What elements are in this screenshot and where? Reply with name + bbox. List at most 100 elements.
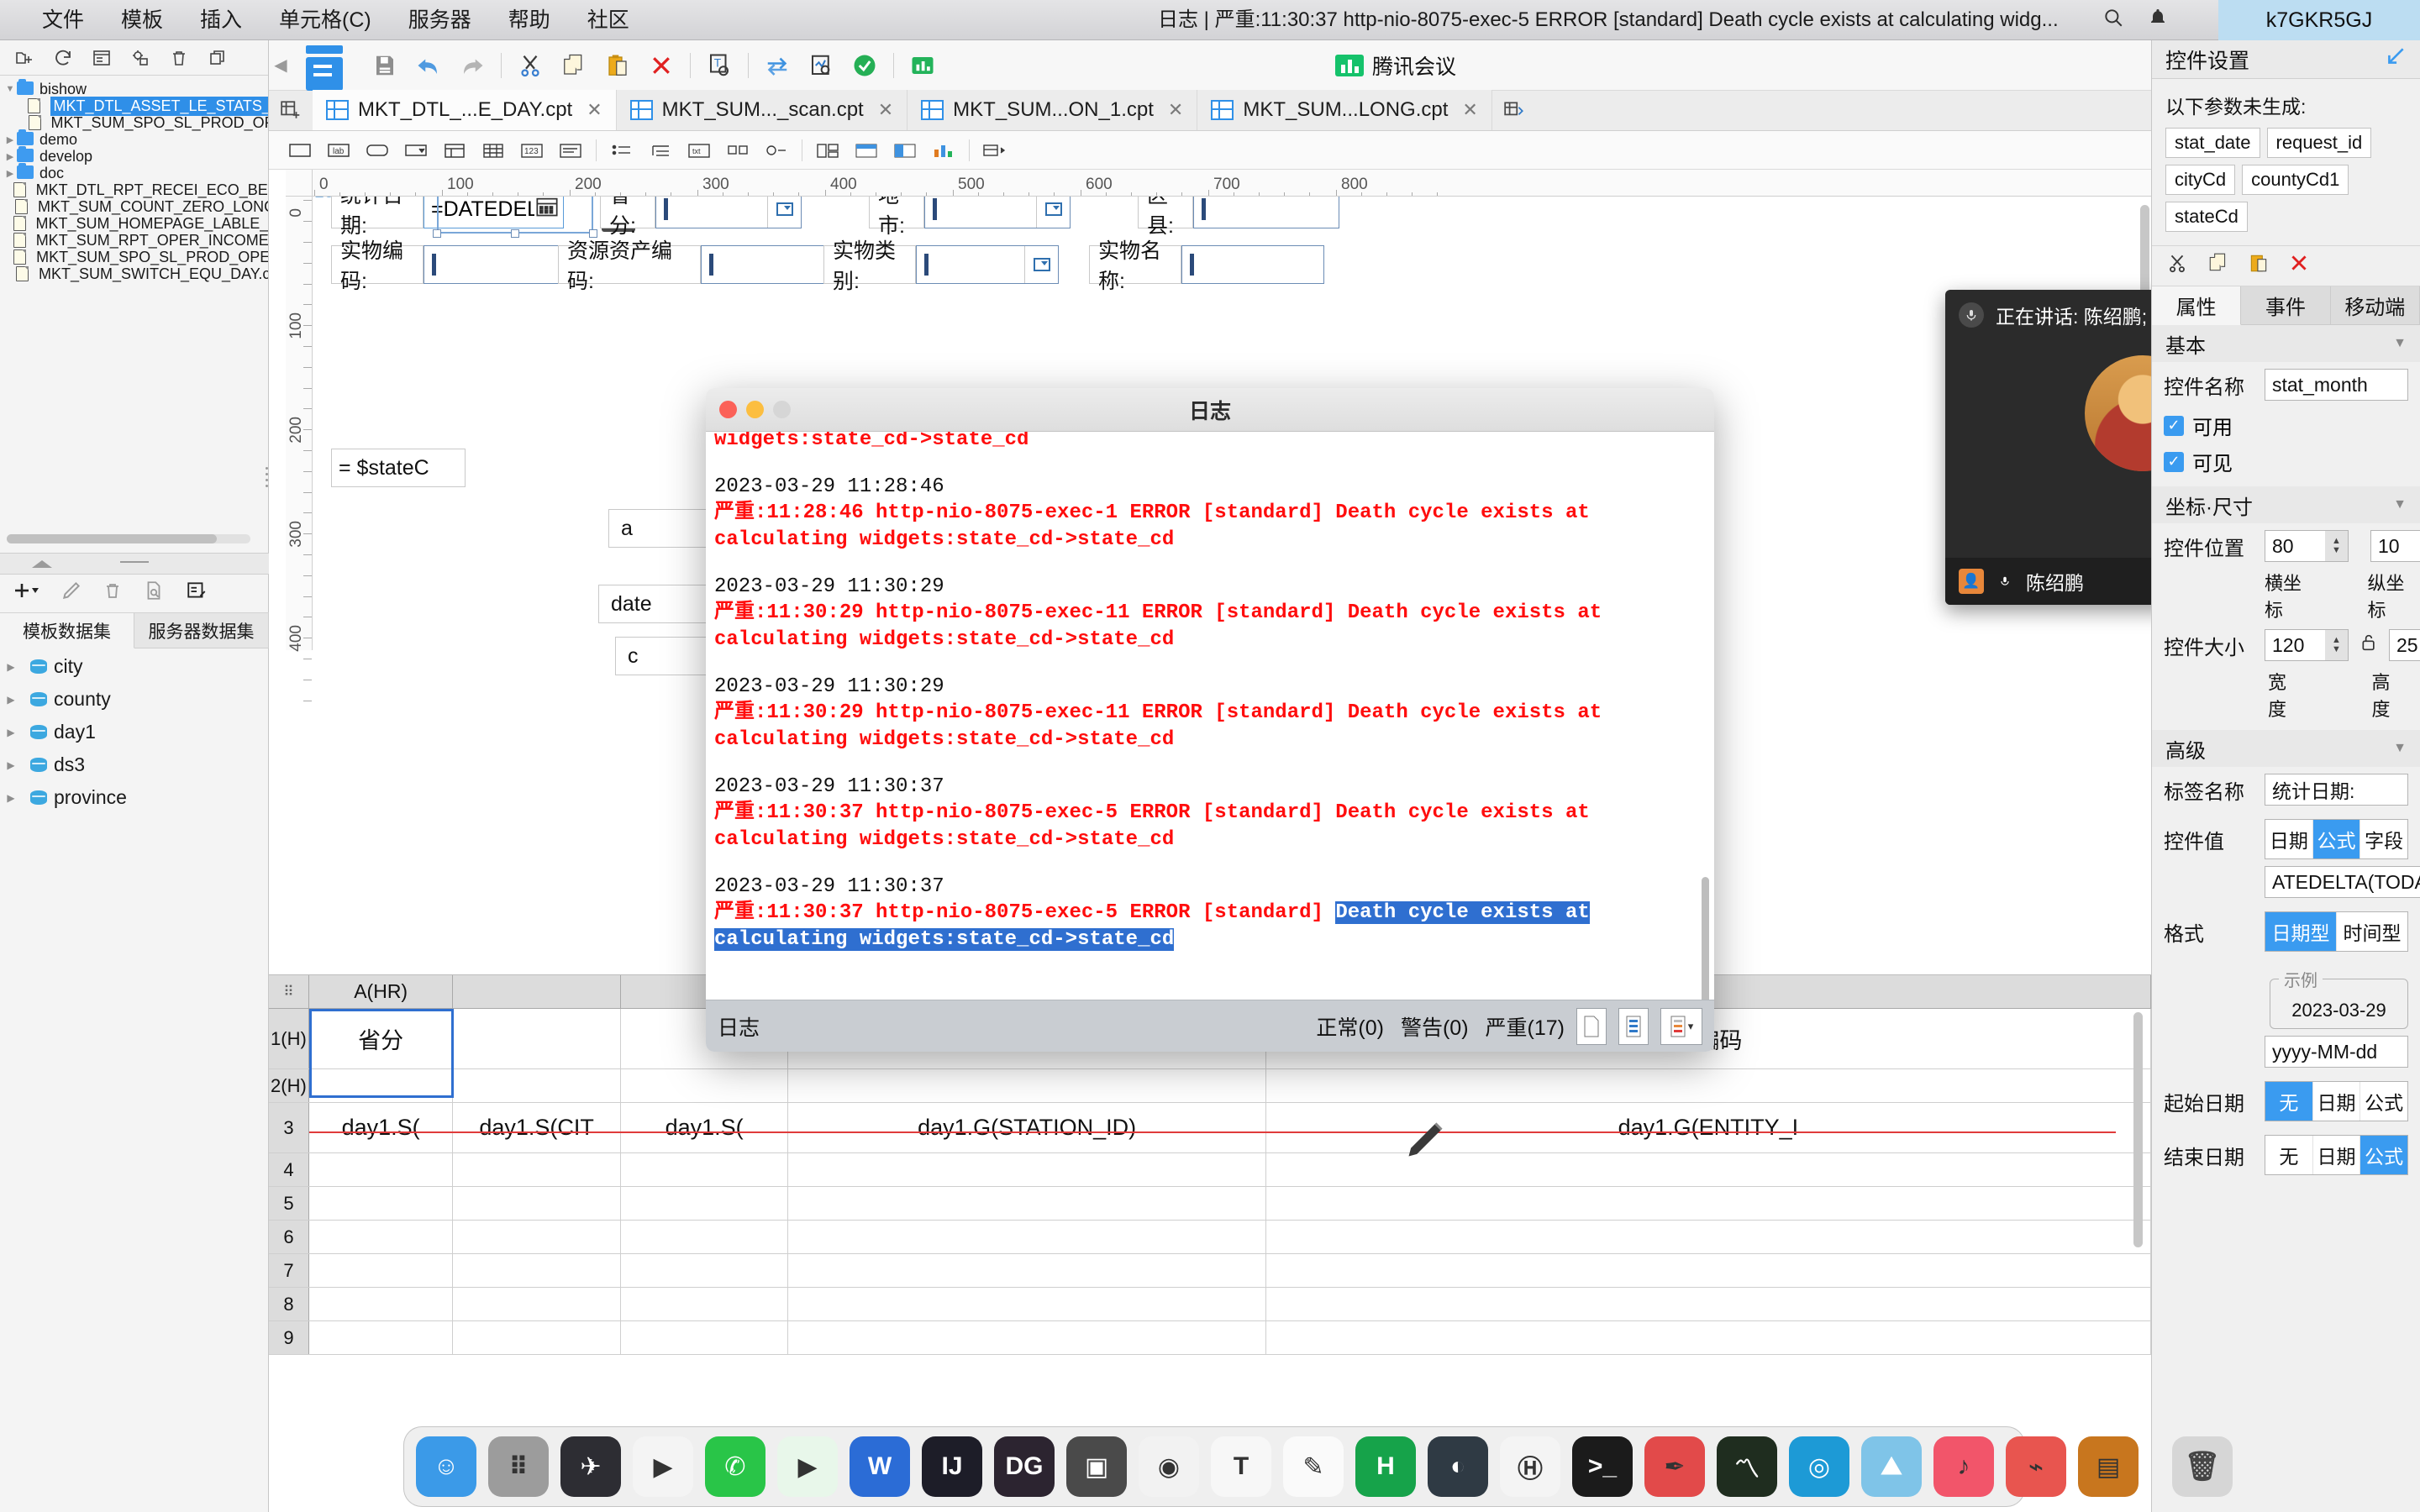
position-y-stepper[interactable]: 10 ▲▼ bbox=[2370, 530, 2420, 562]
editor-tab[interactable]: MKT_SUM..._scan.cpt ✕ bbox=[616, 90, 908, 130]
position-x-stepper[interactable]: 80 ▲ ▼ bbox=[2265, 530, 2349, 562]
widget-name-input[interactable]: stat_month bbox=[2265, 369, 2408, 401]
chevron-down-icon[interactable]: ▼ bbox=[2393, 497, 2407, 512]
dataset-item[interactable]: ▶ day1 bbox=[0, 716, 269, 748]
add-sheet-icon[interactable] bbox=[269, 90, 313, 130]
table-cell[interactable] bbox=[621, 1069, 789, 1102]
table-row[interactable]: 6 bbox=[269, 1221, 2151, 1254]
segment-button[interactable]: 公式 bbox=[2360, 1082, 2407, 1121]
row-header[interactable]: 9 bbox=[269, 1321, 309, 1354]
unlock-icon[interactable] bbox=[2360, 633, 2377, 659]
segment-button[interactable]: 公式 bbox=[2360, 1136, 2408, 1174]
position-x-input[interactable]: 80 bbox=[2265, 530, 2325, 562]
copy-icon[interactable] bbox=[205, 45, 230, 71]
paste-icon[interactable] bbox=[596, 40, 639, 91]
scissors-icon[interactable] bbox=[2165, 252, 2189, 280]
spreadsheet-rows[interactable]: 1(H)省分物编码2(H)3day1.S(day1.S(CITday1.S(da… bbox=[269, 1009, 2151, 1355]
file-tree-item[interactable]: MKT_SUM_SPO_SL_PROD_OPEN_DAY.cp bbox=[0, 114, 268, 131]
table-cell[interactable] bbox=[453, 1009, 621, 1068]
table-row[interactable]: 7 bbox=[269, 1254, 2151, 1288]
asset-type-dropdown-icon[interactable] bbox=[1024, 246, 1058, 283]
file-tree-item[interactable]: MKT_SUM_SPO_SL_PROD_OPEN_DAY.cpt bbox=[0, 249, 268, 265]
delete-icon[interactable] bbox=[639, 40, 683, 91]
log-filter-button[interactable]: ▾ bbox=[1660, 1007, 1702, 1045]
table-row[interactable]: 5 bbox=[269, 1187, 2151, 1221]
date-widget[interactable] bbox=[435, 131, 474, 170]
close-icon[interactable]: ✕ bbox=[878, 99, 893, 121]
missing-param-chip[interactable]: cityCd bbox=[2165, 165, 2236, 195]
table-cell[interactable] bbox=[1266, 1187, 2151, 1220]
segment-button[interactable]: 时间型 bbox=[2337, 912, 2407, 951]
bell-icon[interactable] bbox=[2148, 7, 2168, 34]
menu-item-cell[interactable]: 单元格(C) bbox=[260, 0, 390, 40]
search-icon[interactable] bbox=[2102, 7, 2124, 34]
wps-writer-icon[interactable]: W bbox=[850, 1436, 910, 1497]
shortcut-icon[interactable]: ⌁ bbox=[2006, 1436, 2066, 1497]
table-cell[interactable] bbox=[453, 1321, 621, 1354]
navicat-icon[interactable]: ◐ bbox=[1428, 1436, 1488, 1497]
editor-tab[interactable]: MKT_SUM...LONG.cpt ✕ bbox=[1197, 90, 1492, 130]
editor-tabs[interactable]: MKT_DTL_...E_DAY.cpt ✕ MKT_SUM..._scan.cpt… bbox=[313, 90, 1492, 130]
table-cell[interactable] bbox=[788, 1221, 1266, 1253]
table-cell[interactable] bbox=[788, 1187, 1266, 1220]
visible-row[interactable]: ✓ 可见 bbox=[2152, 444, 2420, 480]
button-widget[interactable] bbox=[358, 131, 397, 170]
table-cell[interactable] bbox=[621, 1321, 789, 1354]
panel-icon[interactable] bbox=[89, 45, 114, 71]
chevron-right-icon[interactable]: ▶ bbox=[3, 727, 18, 738]
collapse-triangle-icon[interactable] bbox=[32, 560, 52, 568]
table-cell[interactable] bbox=[309, 1069, 454, 1102]
cleaner-icon[interactable]: ◎ bbox=[1789, 1436, 1849, 1497]
group-advanced-header[interactable]: 高级 ▼ bbox=[2152, 730, 2420, 767]
property-tabs[interactable]: 属性 事件 移动端 bbox=[2152, 286, 2420, 325]
sheet-scrollbar[interactable] bbox=[2133, 1012, 2143, 1247]
field-input-county[interactable] bbox=[1193, 197, 1339, 228]
collapse-arrow-icon[interactable] bbox=[2385, 45, 2407, 73]
table-cell[interactable] bbox=[453, 1254, 621, 1287]
editor-tab[interactable]: MKT_SUM...ON_1.cpt ✕ bbox=[908, 90, 1198, 130]
table-cell[interactable] bbox=[1266, 1069, 2151, 1102]
position-y-input[interactable]: 10 bbox=[2370, 530, 2420, 562]
text-widget[interactable] bbox=[281, 131, 319, 170]
end-date-segments[interactable]: 无日期 公式 bbox=[2265, 1135, 2408, 1175]
file-tree-item[interactable]: MKT_DTL_RPT_RECEI_ECO_BEN_MON1.cpt bbox=[0, 181, 268, 198]
log-message-highlighted[interactable]: 严重:11:30:37 http-nio-8075-exec-5 ERROR [… bbox=[714, 900, 1706, 953]
field-input-asset-code[interactable] bbox=[424, 245, 566, 284]
meeting-button[interactable]: 腾讯会议 bbox=[1323, 49, 1468, 82]
grid-widget[interactable] bbox=[474, 131, 513, 170]
chart-widget[interactable] bbox=[924, 131, 963, 170]
file-tree-item[interactable]: MKT_SUM_RPT_OPER_INCOME_MON_1.cpt bbox=[0, 232, 268, 249]
log-content[interactable]: widgets:state_cd->state_cd 2023-03-29 11… bbox=[706, 432, 1714, 1000]
chevron-right-icon[interactable]: ▶ bbox=[3, 759, 18, 771]
row-header[interactable]: 6 bbox=[269, 1221, 309, 1253]
menu-item-help[interactable]: 帮助 bbox=[490, 0, 569, 40]
table-cell[interactable] bbox=[1266, 1221, 2151, 1253]
menu-item-server[interactable]: 服务器 bbox=[390, 0, 490, 40]
edit-dataset-icon[interactable] bbox=[185, 580, 208, 607]
table-cell[interactable] bbox=[788, 1321, 1266, 1354]
number-widget[interactable]: 123 bbox=[513, 131, 551, 170]
editor-tab[interactable]: MKT_DTL_...E_DAY.cpt ✕ bbox=[313, 90, 617, 130]
log-dialog[interactable]: 日志 widgets:state_cd->state_cd 2023-03-29… bbox=[706, 388, 1714, 1052]
enabled-row[interactable]: ✓ 可用 bbox=[2152, 407, 2420, 444]
table-cell[interactable] bbox=[453, 1221, 621, 1253]
segment-button[interactable]: 日期 bbox=[2313, 1082, 2361, 1121]
missing-param-chip[interactable]: countyCd1 bbox=[2242, 165, 2349, 195]
property-tab[interactable]: 属性 bbox=[2152, 286, 2242, 325]
new-folder-icon[interactable] bbox=[12, 45, 37, 71]
height-input[interactable]: 25 bbox=[2389, 629, 2420, 661]
field-input-city[interactable] bbox=[924, 197, 1071, 228]
box-icon[interactable]: ▤ bbox=[2078, 1436, 2139, 1497]
dataset-tab[interactable]: 服务器数据集 bbox=[134, 613, 269, 648]
province-dropdown-icon[interactable] bbox=[767, 197, 801, 228]
tag-name-input[interactable]: 统计日期: bbox=[2265, 774, 2408, 806]
table-cell[interactable] bbox=[453, 1187, 621, 1220]
segment-button[interactable]: 无 bbox=[2265, 1082, 2313, 1121]
list-widget[interactable] bbox=[602, 131, 641, 170]
table-row[interactable]: 8 bbox=[269, 1288, 2151, 1321]
pen-icon[interactable]: ✒ bbox=[1644, 1436, 1705, 1497]
delete-icon[interactable] bbox=[2288, 252, 2310, 280]
dataset-item[interactable]: ▶ province bbox=[0, 781, 269, 814]
trash-icon[interactable]: 🗑 bbox=[2172, 1436, 2233, 1497]
chevron-right-icon[interactable]: ▶ bbox=[3, 661, 18, 673]
